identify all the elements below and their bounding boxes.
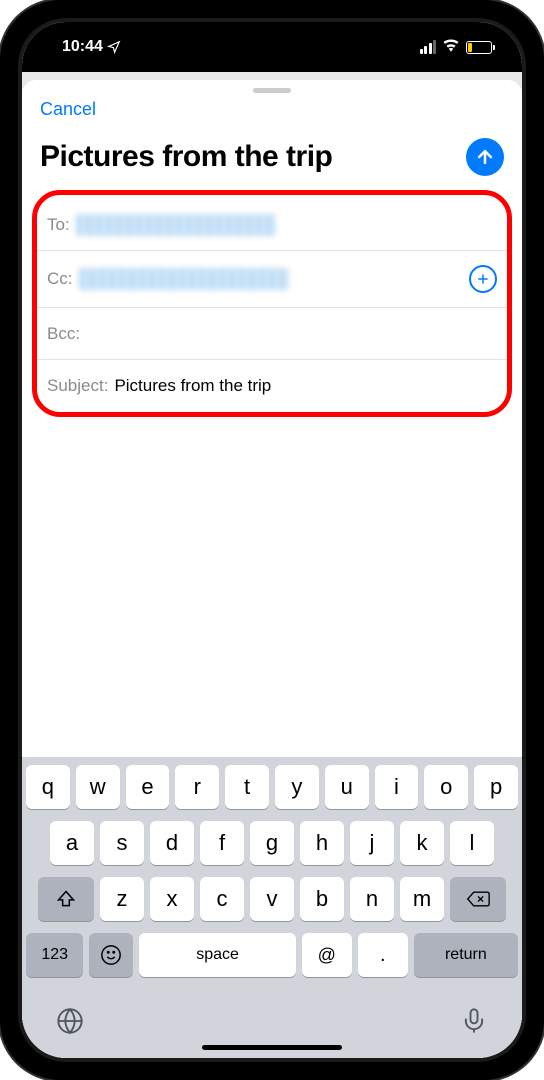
compose-title: Pictures from the trip: [40, 140, 456, 174]
cc-field[interactable]: Cc:: [37, 251, 507, 308]
location-icon: [107, 40, 121, 54]
send-button[interactable]: [466, 138, 504, 176]
key-k[interactable]: k: [400, 821, 444, 865]
key-y[interactable]: y: [275, 765, 319, 809]
key-o[interactable]: o: [424, 765, 468, 809]
key-space[interactable]: space: [139, 933, 295, 977]
compose-body[interactable]: [22, 417, 522, 757]
home-indicator[interactable]: [202, 1045, 342, 1050]
key-g[interactable]: g: [250, 821, 294, 865]
toolbar: Cancel: [22, 99, 522, 130]
key-x[interactable]: x: [150, 877, 194, 921]
keyboard-row-4: 123 space @ . return: [26, 933, 518, 977]
key-emoji[interactable]: [89, 933, 133, 977]
arrow-up-icon: [475, 147, 495, 167]
key-p[interactable]: p: [474, 765, 518, 809]
plus-icon: [476, 272, 490, 286]
bcc-field[interactable]: Bcc:: [37, 308, 507, 360]
key-i[interactable]: i: [375, 765, 419, 809]
wifi-icon: [442, 38, 460, 57]
cancel-button[interactable]: Cancel: [40, 99, 96, 119]
key-q[interactable]: q: [26, 765, 70, 809]
key-e[interactable]: e: [126, 765, 170, 809]
compose-sheet: Cancel Pictures from the trip To: Cc:: [22, 80, 522, 1058]
key-c[interactable]: c: [200, 877, 244, 921]
screen: 10:44 Cancel Pictures from the tri: [22, 22, 522, 1058]
annotation-highlight: To: Cc: Bcc: Subject:: [32, 190, 512, 417]
key-w[interactable]: w: [76, 765, 120, 809]
globe-icon: [56, 1007, 84, 1035]
bcc-label: Bcc:: [47, 324, 80, 344]
keyboard-bottom-bar: [26, 989, 518, 1040]
cc-label: Cc:: [47, 269, 73, 289]
key-v[interactable]: v: [250, 877, 294, 921]
redacted-recipient: [79, 268, 289, 290]
status-time: 10:44: [62, 38, 103, 56]
key-t[interactable]: t: [225, 765, 269, 809]
subject-label: Subject:: [47, 376, 108, 396]
mic-icon: [460, 1007, 488, 1035]
to-label: To:: [47, 215, 70, 235]
key-j[interactable]: j: [350, 821, 394, 865]
key-u[interactable]: u: [325, 765, 369, 809]
keyboard-row-1: q w e r t y u i o p: [26, 765, 518, 809]
notch: [172, 22, 372, 50]
key-m[interactable]: m: [400, 877, 444, 921]
key-f[interactable]: f: [200, 821, 244, 865]
key-at[interactable]: @: [302, 933, 352, 977]
key-shift[interactable]: [38, 877, 94, 921]
sheet-grabber[interactable]: [253, 88, 291, 93]
key-b[interactable]: b: [300, 877, 344, 921]
redacted-recipient: [76, 214, 276, 236]
shift-icon: [56, 889, 76, 909]
key-numbers[interactable]: 123: [26, 933, 83, 977]
emoji-icon: [100, 944, 122, 966]
keyboard-row-3: z x c v b n m: [26, 877, 518, 921]
status-right: [420, 38, 493, 57]
key-r[interactable]: r: [175, 765, 219, 809]
subject-value: Pictures from the trip: [114, 376, 271, 396]
to-field[interactable]: To:: [37, 199, 507, 251]
add-contact-button[interactable]: [469, 265, 497, 293]
key-z[interactable]: z: [100, 877, 144, 921]
dictation-button[interactable]: [460, 1007, 488, 1040]
phone-body: 10:44 Cancel Pictures from the tri: [18, 18, 526, 1062]
key-d[interactable]: d: [150, 821, 194, 865]
key-delete[interactable]: [450, 877, 506, 921]
battery-icon: [466, 41, 492, 54]
title-row: Pictures from the trip: [22, 130, 522, 190]
globe-button[interactable]: [56, 1007, 84, 1040]
signal-icon: [420, 40, 437, 54]
keyboard: q w e r t y u i o p a s d: [22, 757, 522, 1058]
key-s[interactable]: s: [100, 821, 144, 865]
key-h[interactable]: h: [300, 821, 344, 865]
delete-icon: [466, 890, 490, 908]
key-a[interactable]: a: [50, 821, 94, 865]
phone-frame: 10:44 Cancel Pictures from the tri: [0, 0, 544, 1080]
key-l[interactable]: l: [450, 821, 494, 865]
key-return[interactable]: return: [414, 933, 518, 977]
keyboard-row-2: a s d f g h j k l: [26, 821, 518, 865]
key-dot[interactable]: .: [358, 933, 408, 977]
subject-field[interactable]: Subject: Pictures from the trip: [37, 360, 507, 412]
key-n[interactable]: n: [350, 877, 394, 921]
status-left: 10:44: [62, 38, 121, 56]
